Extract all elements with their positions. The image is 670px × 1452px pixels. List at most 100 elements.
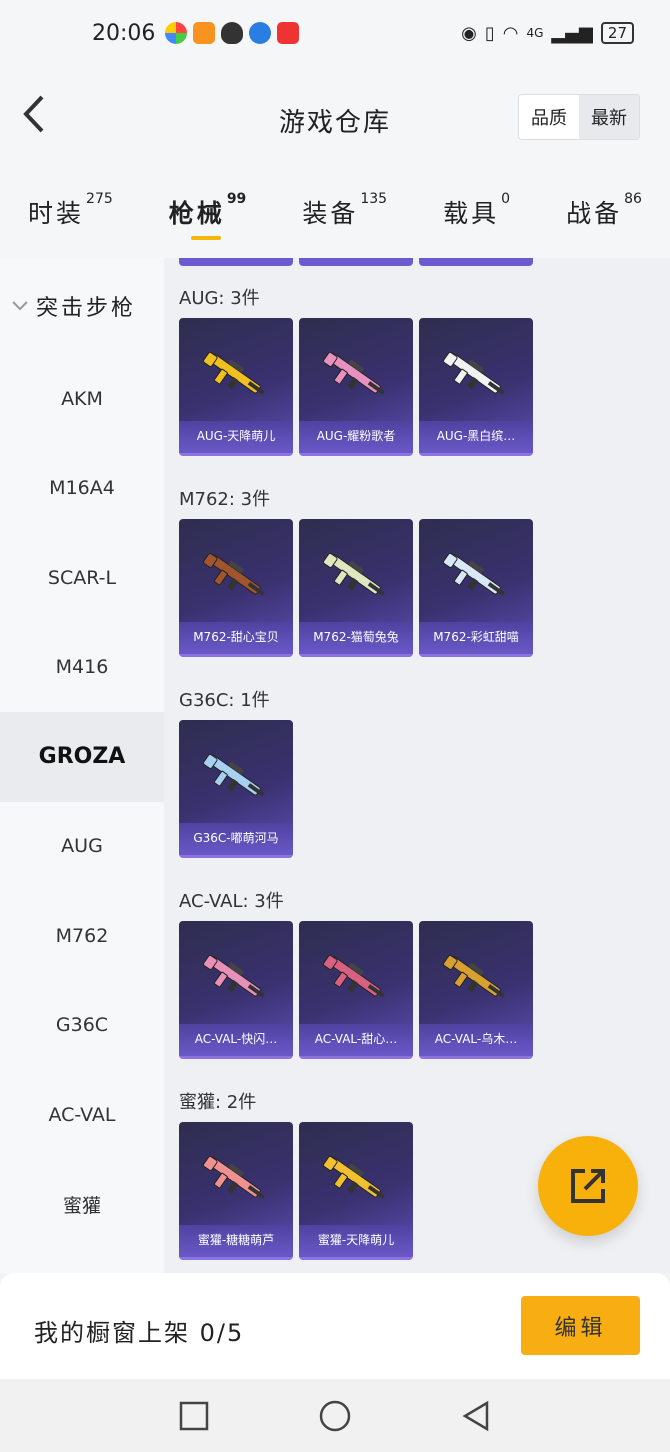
showcase-footer: 我的橱窗上架 0/5 编辑 [0, 1273, 670, 1379]
weapon-sidebar: 突击步枪 AKM M16A4 SCAR-L M416 GROZA AUG M76… [0, 258, 164, 1273]
rifle-icon [203, 954, 265, 998]
tab-label: 装备 [302, 199, 359, 228]
skin-card[interactable]: M762-彩虹甜喵 [419, 519, 533, 657]
tab-label: 载具 [443, 199, 500, 228]
skin-card[interactable]: AUG-耀粉歌者 [299, 318, 413, 456]
rifle-icon [323, 1155, 385, 1199]
page-header: 游戏仓库 品质 最新 [0, 66, 670, 170]
active-tab-indicator [190, 236, 221, 240]
group-label: M762: 3件 [179, 489, 271, 510]
app-icon [165, 22, 188, 44]
network-label: 4G [526, 26, 544, 40]
tab-count: 135 [360, 190, 388, 207]
sidebar-group-label: 突击步枪 [36, 296, 137, 321]
group-label: AUG: 3件 [179, 288, 260, 309]
chevron-down-icon [12, 301, 28, 311]
status-bar: 20:06 ◉ ▯ ◠ 4G ▂▄▆ 27 [0, 0, 670, 66]
sidebar-item-groza[interactable]: GROZA [0, 712, 164, 802]
rifle-icon [443, 954, 505, 998]
share-external-icon [571, 1169, 605, 1203]
edit-button[interactable]: 编辑 [521, 1296, 640, 1355]
sidebar-group-assault-rifles[interactable]: 突击步枪 [0, 258, 164, 354]
skin-group-ac-val: AC-VAL: 3件 AC-VAL-快闪… AC-VAL-甜心… AC-VAL-… [179, 883, 533, 1059]
signal-icon: ▂▄▆ [551, 22, 593, 44]
rifle-icon [323, 954, 385, 998]
status-indicators: ◉ ▯ ◠ 4G ▂▄▆ 27 [461, 22, 634, 44]
rifle-icon [443, 552, 505, 596]
eye-icon: ◉ [461, 22, 477, 44]
book-icon [277, 22, 300, 44]
skin-name: AUG-耀粉歌者 [299, 421, 413, 453]
skin-card[interactable]: M762-甜心宝贝 [179, 519, 293, 657]
sidebar-item-aug[interactable]: AUG [0, 802, 164, 892]
sort-toggle: 品质 最新 [518, 94, 640, 140]
home-icon[interactable] [319, 1400, 351, 1432]
sidebar-item-scar-l[interactable]: SCAR-L [0, 533, 164, 623]
share-button[interactable] [538, 1136, 638, 1236]
skin-card[interactable]: AC-VAL-乌木… [419, 921, 533, 1059]
browser-icon [249, 22, 272, 44]
rifle-icon [203, 351, 265, 395]
sort-latest-button[interactable]: 最新 [579, 95, 639, 139]
skin-card[interactable]: 蜜獾-糖糖萌芦 [179, 1122, 293, 1260]
skin-card[interactable]: AC-VAL-快闪… [179, 921, 293, 1059]
recents-icon[interactable] [179, 1401, 209, 1431]
skin-group-m762: M762: 3件 M762-甜心宝贝 M762-猫萄兔兔 M762-彩虹甜喵 [179, 481, 533, 657]
skin-name: G36C-嘟萌河马 [179, 823, 293, 855]
group-label: AC-VAL: 3件 [179, 891, 284, 912]
sidebar-item-m416[interactable]: M416 [0, 623, 164, 713]
group-label: G36C: 1件 [179, 690, 270, 711]
tab-equipment[interactable]: 装备135 [302, 190, 388, 230]
sidebar-item-m16a4[interactable]: M16A4 [0, 444, 164, 534]
wifi-icon: ◠ [502, 22, 519, 44]
skin-name: M762-猫萄兔兔 [299, 622, 413, 654]
skin-list: AUG: 3件 AUG-天降萌儿 AUG-耀粉歌者 AUG-黑白缤… M762:… [164, 258, 670, 1273]
skin-name: M762-甜心宝贝 [179, 622, 293, 654]
sidebar-item-ac-val[interactable]: AC-VAL [0, 1070, 164, 1160]
skin-name: M762-彩虹甜喵 [419, 622, 533, 654]
category-tabs: 时装275 枪械99 装备135 载具0 战备86 [0, 170, 670, 258]
tab-label: 枪械 [168, 199, 225, 228]
tab-count: 275 [86, 190, 113, 207]
tab-count: 99 [226, 190, 247, 207]
skin-name: AC-VAL-甜心… [299, 1024, 413, 1056]
status-app-icons [165, 22, 300, 44]
vibrate-icon: ▯ [484, 22, 495, 44]
sidebar-item-g36c[interactable]: G36C [0, 981, 164, 1071]
showcase-status: 我的橱窗上架 0/5 [34, 1319, 245, 1347]
skin-card[interactable]: M762-猫萄兔兔 [299, 519, 413, 657]
tab-label: 时装 [28, 199, 85, 228]
tab-label: 战备 [566, 199, 623, 228]
system-nav-bar [0, 1379, 670, 1452]
skin-name: AUG-黑白缤… [419, 421, 533, 453]
tab-firearms[interactable]: 枪械99 [168, 190, 247, 240]
tab-vehicles[interactable]: 载具0 [443, 190, 511, 230]
skin-name: AUG-天降萌儿 [179, 421, 293, 453]
tab-count: 0 [501, 190, 511, 207]
skin-name: 蜜獾-糖糖萌芦 [179, 1225, 293, 1257]
tab-count: 86 [624, 190, 642, 207]
skin-group-g36c: G36C: 1件 G36C-嘟萌河马 [179, 682, 293, 858]
sidebar-item-honey-badger[interactable]: 蜜獾 [0, 1160, 164, 1250]
rifle-icon [203, 552, 265, 596]
rifle-icon [323, 351, 385, 395]
video-app-icon [193, 22, 216, 44]
back-nav-icon[interactable] [461, 1400, 491, 1432]
tab-supplies[interactable]: 战备86 [566, 190, 642, 230]
skin-card[interactable]: AUG-天降萌儿 [179, 318, 293, 456]
sidebar-item-m762[interactable]: M762 [0, 891, 164, 981]
status-time: 20:06 [92, 20, 156, 46]
sidebar-item-akm[interactable]: AKM [0, 354, 164, 444]
skin-name: AC-VAL-乌木… [419, 1024, 533, 1056]
skin-card[interactable]: G36C-嘟萌河马 [179, 720, 293, 858]
skin-card[interactable]: AUG-黑白缤… [419, 318, 533, 456]
tab-fashion[interactable]: 时装275 [28, 190, 113, 230]
rifle-icon [203, 753, 265, 797]
battery-level: 27 [600, 22, 634, 44]
skin-card[interactable]: 蜜獾-天降萌儿 [299, 1122, 413, 1260]
previous-row-edge [179, 258, 533, 266]
rifle-icon [443, 351, 505, 395]
rifle-icon [323, 552, 385, 596]
skin-card[interactable]: AC-VAL-甜心… [299, 921, 413, 1059]
sort-quality-button[interactable]: 品质 [519, 95, 579, 139]
